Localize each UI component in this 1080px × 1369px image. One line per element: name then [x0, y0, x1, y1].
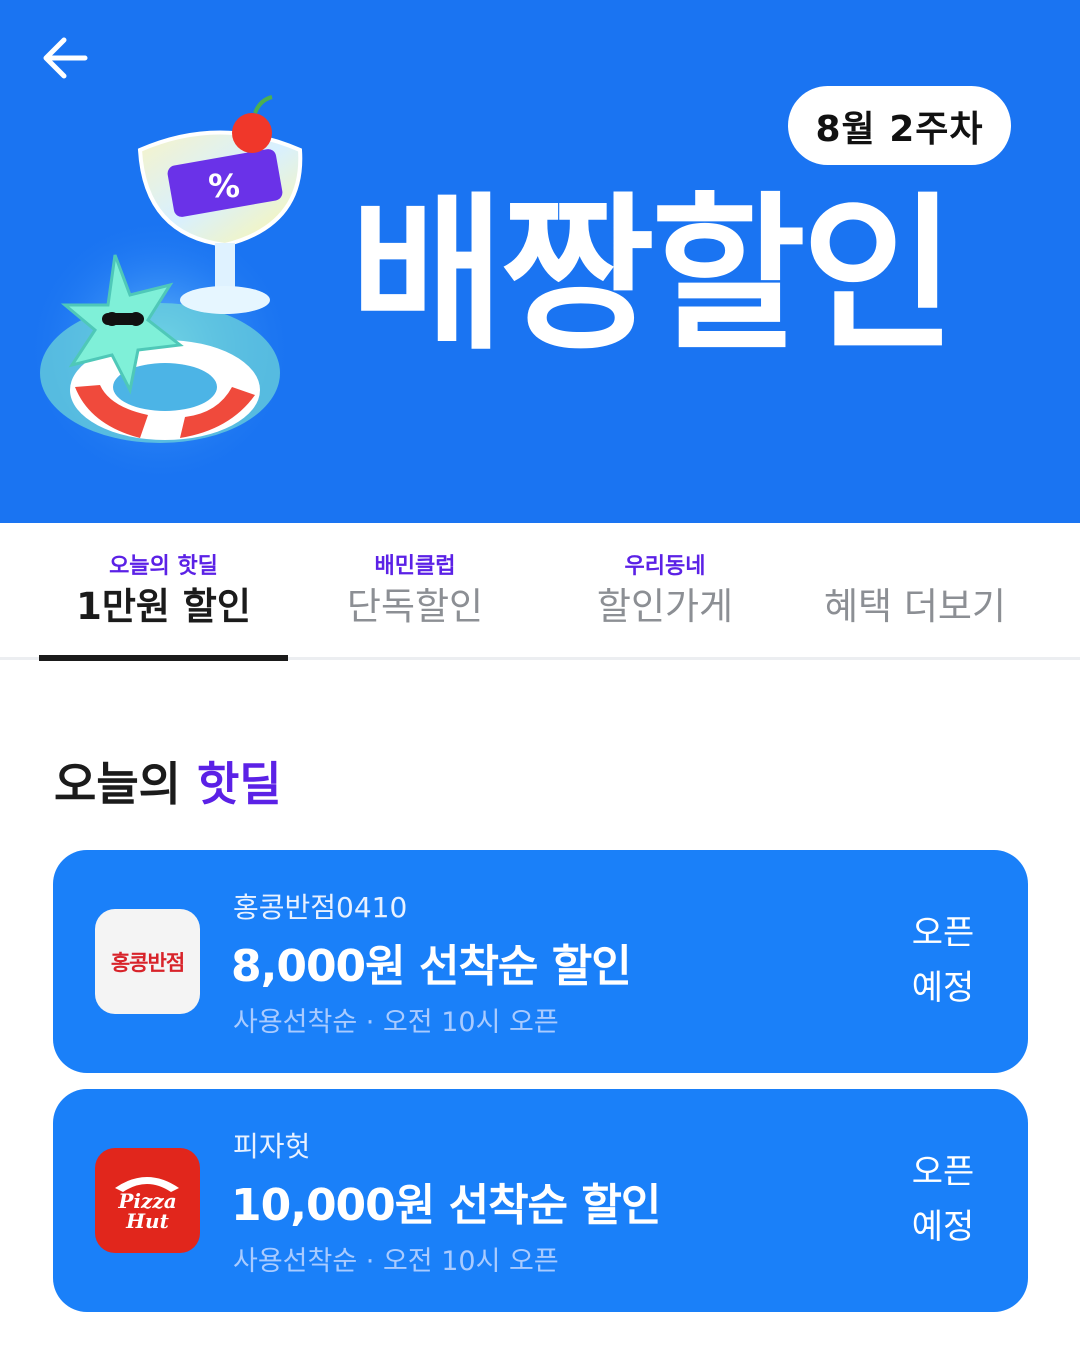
- tab-label: 1만원 할인: [76, 585, 251, 628]
- store-name: 홍콩반점0410: [233, 891, 408, 924]
- tab-sublabel: 우리동네: [624, 554, 706, 579]
- promo-banner: % 8월 2주차 배짱할인: [0, 0, 1080, 523]
- section-title-accent: 핫딜: [196, 757, 282, 811]
- pizzahut-logo: Pizza Hut: [95, 1148, 200, 1253]
- tab-more-benefits[interactable]: 혜택 더보기: [800, 523, 1030, 660]
- open-status: 오픈 예정: [911, 906, 975, 1016]
- deal-meta: 사용선착순 · 오전 10시 오픈: [233, 1007, 559, 1038]
- status-line: 예정: [911, 968, 975, 1008]
- logo-text: 홍콩반점: [110, 949, 185, 975]
- deal-card-pizzahut[interactable]: Pizza Hut 피자헛 10,000원 선착순 할인 사용선착순 · 오전 …: [53, 1089, 1028, 1312]
- tab-exclusive-discount[interactable]: 배민클럽 단독할인: [310, 523, 520, 660]
- tab-sublabel: 배민클럽: [374, 554, 456, 579]
- discount-amount: 8,000원 선착순 할인: [231, 941, 632, 992]
- section-title: 오늘의 핫딜: [54, 748, 282, 814]
- tab-10000-discount[interactable]: 오늘의 핫딜 1만원 할인: [39, 523, 288, 660]
- tab-discount-stores[interactable]: 우리동네 할인가게: [560, 523, 770, 660]
- summer-mascot-illustration: %: [25, 95, 303, 475]
- tab-label: 혜택 더보기: [824, 585, 1006, 628]
- tab-label: 할인가게: [596, 585, 734, 628]
- deal-meta: 사용선착순 · 오전 10시 오픈: [233, 1246, 559, 1277]
- tab-sublabel: 오늘의 핫딜: [109, 554, 218, 579]
- status-line: 예정: [911, 1207, 975, 1247]
- deal-card-hongkong[interactable]: 홍콩반점 홍콩반점0410 8,000원 선착순 할인 사용선착순 · 오전 1…: [53, 850, 1028, 1073]
- status-line: 오픈: [911, 913, 975, 953]
- open-status: 오픈 예정: [911, 1145, 975, 1255]
- discount-amount: 10,000원 선착순 할인: [231, 1180, 661, 1231]
- store-name: 피자헛: [233, 1130, 311, 1163]
- logo-text: Pizza Hut: [118, 1188, 177, 1233]
- week-badge: 8월 2주차: [788, 86, 1011, 165]
- tab-label: 단독할인: [346, 585, 484, 628]
- hongkong-banjeom-logo: 홍콩반점: [95, 909, 200, 1014]
- svg-text:%: %: [208, 167, 240, 205]
- status-line: 오픈: [911, 1152, 975, 1192]
- section-title-prefix: 오늘의: [54, 757, 197, 811]
- back-button[interactable]: [34, 30, 96, 86]
- category-tabs: 오늘의 핫딜 1만원 할인 배민클럽 단독할인 우리동네 할인가게 혜택 더보기: [0, 523, 1080, 661]
- arrow-left-icon: [43, 37, 88, 79]
- promo-title: 배짱할인: [350, 177, 956, 373]
- active-tab-indicator: [39, 655, 288, 661]
